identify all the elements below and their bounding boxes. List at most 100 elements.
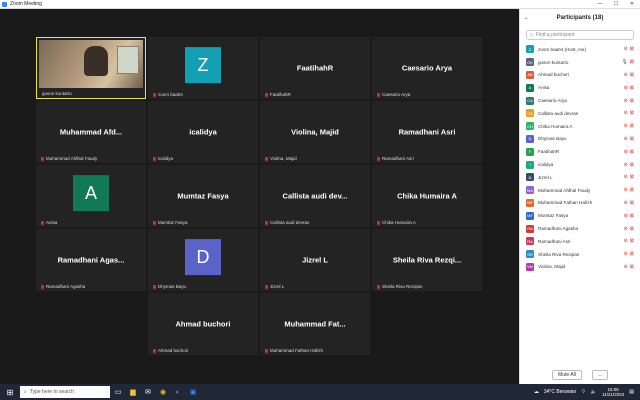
mail-icon[interactable]: ✉ [141,386,155,398]
participant-row[interactable]: CA Callista audi devras ⊘ ⊠ [520,107,640,120]
muted-mic-icon[interactable]: ⊘ [624,238,628,244]
clock[interactable]: 15:06 11/21/2022 [602,387,624,398]
video-off-icon[interactable]: ⊠ [630,110,634,116]
video-off-icon[interactable]: ⊠ [630,213,634,219]
video-off-icon[interactable]: ⊠ [630,46,634,52]
video-tile[interactable]: Violina, Majid Violina, Majid [260,101,370,163]
video-tile[interactable]: Chika Humaira A Chika Humaira A [372,165,482,227]
video-off-icon[interactable]: ⊠ [630,162,634,168]
video-off-icon[interactable]: ⊠ [630,85,634,91]
file-explorer-icon[interactable]: ▆ [126,386,140,398]
tile-display-name: Violina, Majid [291,127,339,137]
taskbar-search-input[interactable]: ⌕ Type here to search [20,386,110,398]
mic-on-icon[interactable]: 🎙 [621,59,627,65]
video-off-icon[interactable]: ⊠ [630,59,634,65]
tile-name-label: Dhymas Bayu [153,284,186,289]
video-tile[interactable]: Sheila Riva Rezqi... Sheila Riva Rezqian [372,229,482,291]
mute-all-button[interactable]: Mute All [552,370,582,380]
participant-row[interactable]: MF Muhammad Fathan Hafizh ⊘ ⊠ [520,197,640,210]
windows-start-icon[interactable]: ⊞ [4,386,16,398]
video-tile[interactable]: icalidya icalidya [148,101,258,163]
video-tile[interactable]: FaatihahR FaatihahR [260,37,370,99]
muted-mic-icon[interactable]: ⊘ [624,187,628,193]
muted-mic-icon[interactable]: ⊘ [624,46,628,52]
video-tile[interactable]: Ramadhani Agas... Ramadhani Agasha [36,229,146,291]
participant-row[interactable]: MA Muhammad Afdhal Faudy ⊘ ⊠ [520,184,640,197]
notifications-icon[interactable]: ▤ [629,389,634,395]
video-tile[interactable]: Jizrel L Jizrel L [260,229,370,291]
zoom-app-icon[interactable]: ▣ [186,386,200,398]
participant-row[interactable]: Zzoom baa04 (Host, me) ⊘ ⊠ [520,43,640,56]
video-tile[interactable]: Mumtaz Fasya Mumtaz Fasya [148,165,258,227]
participant-row[interactable]: RA Ramadhani Agasha ⊘ ⊠ [520,222,640,235]
video-off-icon[interactable]: ⊠ [630,136,634,142]
participant-avatar: GK [526,58,534,67]
participant-row[interactable]: F FaatihahR ⊘ ⊠ [520,145,640,158]
muted-mic-icon[interactable]: ⊘ [624,174,628,180]
muted-mic-icon[interactable]: ⊘ [624,85,628,91]
participant-row[interactable]: VM Violina, Majid ⊘ ⊠ [520,261,640,274]
participant-row[interactable]: SR Sheila Riva Rezqian ⊘ ⊠ [520,248,640,261]
video-tile[interactable]: Ramadhani Asri Ramadhani Asri [372,101,482,163]
tile-name-label: FaatihahR [265,92,291,97]
chrome-icon[interactable]: ◉ [156,386,170,398]
close-icon[interactable]: ✕ [624,1,640,7]
edge-icon[interactable]: ◐ [171,386,185,398]
muted-mic-icon[interactable]: ⊘ [624,110,628,116]
network-icon[interactable]: ⌔ [581,389,586,395]
maximize-icon[interactable]: ☐ [608,1,624,7]
video-off-icon[interactable]: ⊠ [630,200,634,206]
video-off-icon[interactable]: ⊠ [630,264,634,270]
video-off-icon[interactable]: ⊠ [630,123,634,129]
participant-row[interactable]: JL Jizrel L ⊘ ⊠ [520,171,640,184]
participant-name: guson kuntarto [538,59,569,65]
participant-row[interactable]: CA Caesario Arya ⊘ ⊠ [520,94,640,107]
video-tile[interactable]: D Dhymas Bayu [148,229,258,291]
tile-name-label: Ramadhani Asri [377,156,414,161]
video-tile[interactable]: Muhammad Afd... Muhammad Afdhal Faudy [36,101,146,163]
video-tile[interactable]: A Anisa [36,165,146,227]
task-view-icon[interactable]: ▭ [111,386,125,398]
video-tile[interactable]: Callista audi dev... Callista audi devras [260,165,370,227]
participant-avatar: MF [526,211,534,220]
muted-mic-icon[interactable]: ⊘ [624,72,628,78]
minimize-icon[interactable]: — [592,1,608,7]
video-off-icon[interactable]: ⊠ [630,226,634,232]
muted-mic-icon[interactable]: ⊘ [624,149,628,155]
muted-mic-icon[interactable]: ⊘ [624,136,628,142]
video-tile[interactable]: guson kuntarto [36,37,146,99]
video-off-icon[interactable]: ⊠ [630,98,634,104]
video-tile[interactable]: Ahmad buchori Ahmad buchori [148,293,258,355]
video-tile[interactable]: Muhammad Fat... Muhammad Fathan Hafizh [260,293,370,355]
video-tile[interactable]: Caesario Arya Caesario Arya [372,37,482,99]
video-tile[interactable]: Zzoom baa04 [148,37,258,99]
video-off-icon[interactable]: ⊠ [630,187,634,193]
participant-row[interactable]: Iicalidya ⊘ ⊠ [520,158,640,171]
participant-row[interactable]: A Anisa ⊘ ⊠ [520,81,640,94]
participant-row[interactable]: MF Mumtaz Fasya ⊘ ⊠ [520,209,640,222]
more-options-button[interactable]: ... [591,370,608,380]
muted-mic-icon[interactable]: ⊘ [624,162,628,168]
participant-row[interactable]: AB Ahmad buchori ⊘ ⊠ [520,69,640,82]
volume-icon[interactable]: 🔈 [591,389,597,395]
participant-search-input[interactable]: ⌕ Find a participant [526,30,634,40]
video-off-icon[interactable]: ⊠ [630,251,634,257]
participant-row[interactable]: RA Ramadhani Asri ⊘ ⊠ [520,235,640,248]
video-off-icon[interactable]: ⊠ [630,149,634,155]
video-off-icon[interactable]: ⊠ [630,174,634,180]
participant-row[interactable]: D Dhymas Bayu ⊘ ⊠ [520,133,640,146]
muted-mic-icon[interactable]: ⊘ [624,251,628,257]
participant-avatar: SR [526,250,534,259]
muted-mic-icon[interactable]: ⊘ [624,200,628,206]
muted-mic-icon[interactable]: ⊘ [624,123,628,129]
video-off-icon[interactable]: ⊠ [630,238,634,244]
participant-row[interactable]: CH Chika Humaira A ⊘ ⊠ [520,120,640,133]
muted-mic-icon[interactable]: ⊘ [624,226,628,232]
muted-mic-icon[interactable]: ⊘ [624,264,628,270]
participant-row[interactable]: GK guson kuntarto 🎙 ⊠ [520,56,640,69]
chevron-down-icon[interactable]: ⌄ [524,15,528,21]
muted-mic-icon[interactable]: ⊘ [624,213,628,219]
video-off-icon[interactable]: ⊠ [630,72,634,78]
tile-name-label: Violina, Majid [265,156,297,161]
muted-mic-icon[interactable]: ⊘ [624,98,628,104]
